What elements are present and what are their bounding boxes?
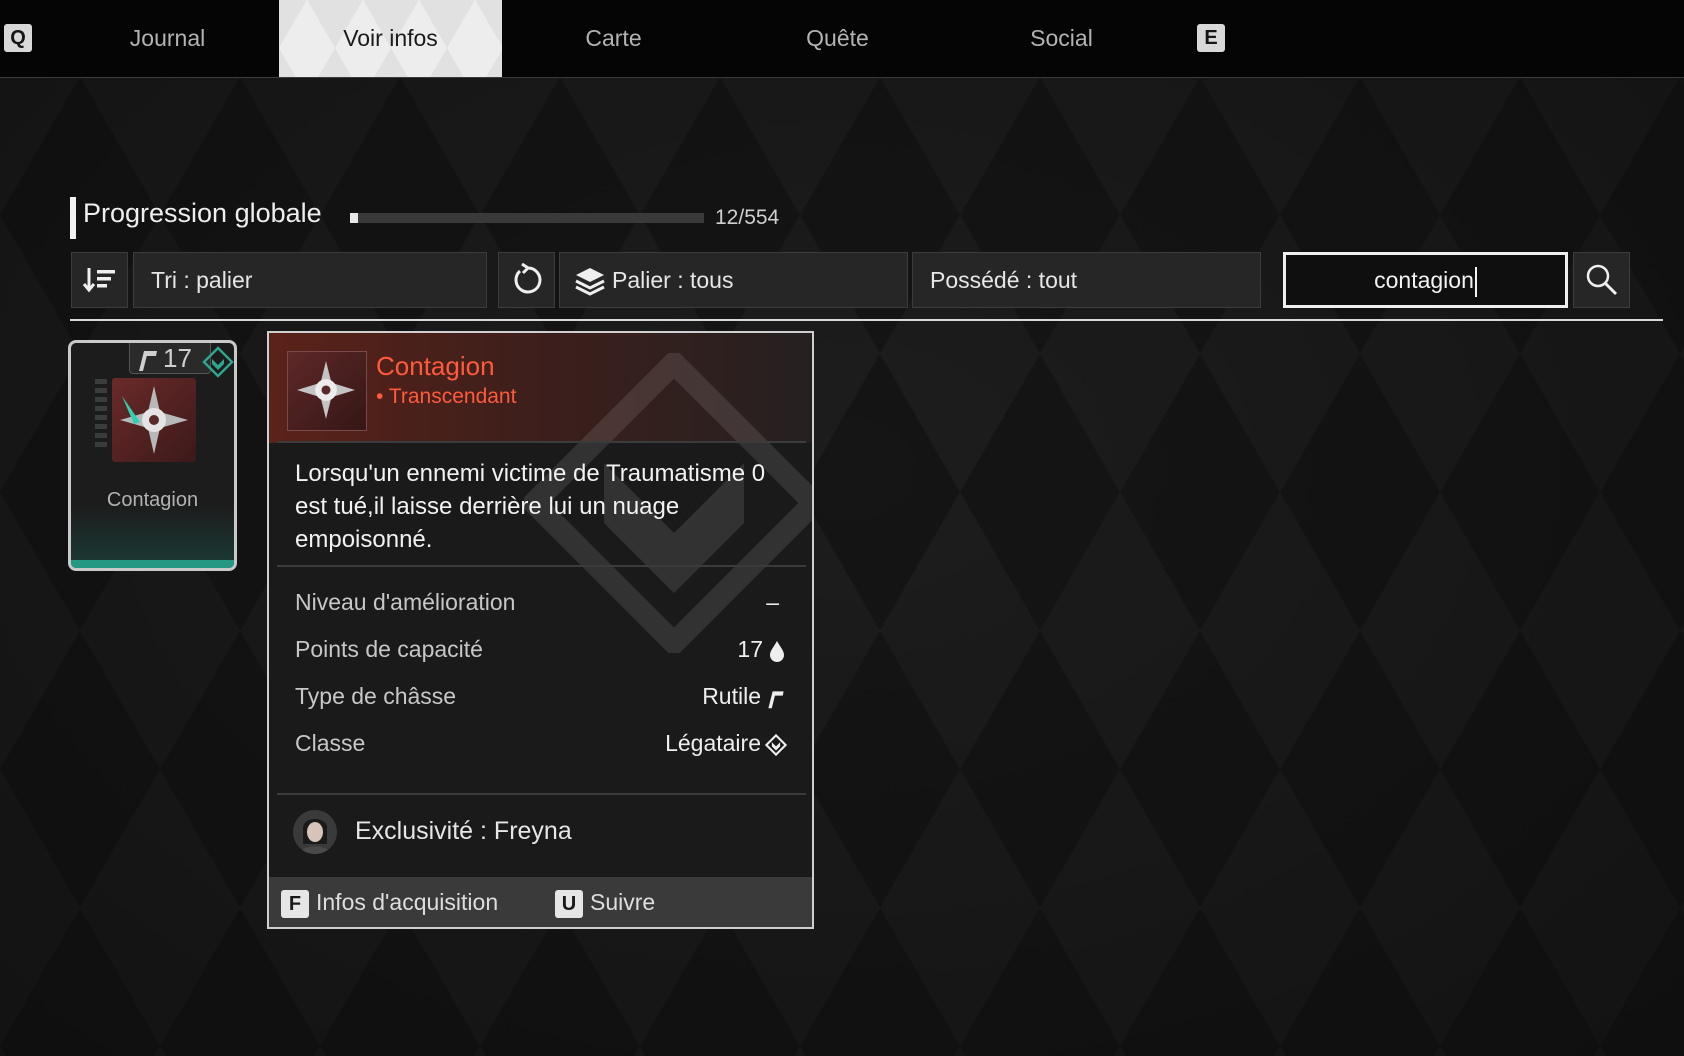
stat-label: Type de châsse: [295, 683, 457, 709]
search-button[interactable]: [1573, 252, 1630, 308]
stat-row-class: Classe Légataire: [295, 730, 787, 760]
stat-value: 17: [737, 636, 763, 662]
tier-filter-label: Palier : tous: [612, 267, 734, 293]
capacity-drop-icon: [770, 641, 784, 662]
sort-icon: [82, 268, 115, 293]
key-hint-q: Q: [4, 24, 32, 52]
stat-label: Points de capacité: [295, 636, 483, 662]
portrait-icon: [293, 810, 337, 854]
capacity-value: 17: [163, 343, 192, 373]
layers-icon: [575, 268, 605, 296]
slot-ticks: [95, 379, 107, 447]
tab-carte[interactable]: Carte: [502, 0, 725, 77]
contagion-module-icon: [120, 386, 188, 454]
progress-count: 12/554: [715, 206, 780, 229]
progress-bar: [350, 213, 704, 223]
tab-social[interactable]: Social: [950, 0, 1173, 77]
tooltip-divider: [277, 441, 806, 443]
acquisition-info-action[interactable]: Infos d'acquisition: [316, 889, 498, 916]
contagion-module-icon: [297, 361, 355, 419]
tooltip-description: Lorsqu'un ennemi victime de Traumatisme …: [295, 460, 766, 553]
stat-row-socket-type: Type de châsse Rutile: [295, 683, 787, 713]
sort-label: Tri : palier: [151, 267, 253, 293]
stat-value: –: [766, 589, 779, 615]
tooltip-module-icon-frame: [287, 351, 367, 431]
key-hint-u: U: [555, 890, 583, 918]
tooltip-divider: [277, 565, 806, 567]
sort-dropdown[interactable]: Tri : palier: [133, 252, 487, 308]
search-input[interactable]: contagion: [1283, 252, 1568, 308]
stat-label: Niveau d'amélioration: [295, 589, 516, 615]
progress-bar-fill: [350, 213, 358, 223]
reset-icon: [514, 263, 542, 294]
key-hint-e: E: [1197, 24, 1225, 52]
tab-voir-infos[interactable]: Voir infos: [279, 0, 502, 77]
freyna-avatar: [293, 810, 337, 854]
stat-label: Classe: [295, 730, 366, 756]
tab-quete[interactable]: Quête: [726, 0, 949, 77]
module-card-label: Contagion: [106, 489, 199, 511]
tooltip-divider: [277, 793, 806, 795]
search-icon: [1586, 264, 1618, 296]
tooltip-module-tier: • Transcendant: [376, 385, 517, 408]
legataire-class-icon: [765, 734, 787, 756]
progress-marker: [70, 197, 76, 239]
track-action[interactable]: Suivre: [590, 889, 655, 916]
legataire-class-icon: [202, 346, 234, 378]
sort-order-button[interactable]: [71, 252, 128, 308]
rutile-socket-icon: [768, 691, 784, 709]
stat-value: Rutile: [702, 683, 761, 709]
tooltip-module-name: Contagion: [376, 351, 495, 381]
module-card-contagion[interactable]: 17 Contagion: [68, 340, 237, 571]
tab-journal[interactable]: Journal: [56, 0, 279, 77]
owned-filter-label: Possédé : tout: [930, 267, 1078, 293]
tier-filter-dropdown[interactable]: Palier : tous: [559, 252, 908, 308]
top-nav: Q Journal Voir infos Carte Quête Social …: [0, 0, 1684, 78]
module-card-glow: [71, 560, 234, 568]
stat-row-upgrade-level: Niveau d'amélioration –: [295, 589, 787, 619]
text-caret: [1474, 266, 1477, 297]
rutile-socket-icon: [139, 351, 157, 371]
exclusive-descendant: Exclusivité : Freyna: [355, 817, 572, 845]
key-hint-f: F: [281, 890, 309, 918]
search-input-value: contagion: [1374, 267, 1474, 293]
stat-value: Légataire: [665, 730, 761, 756]
module-tooltip: Contagion • Transcendant Lorsqu'un ennem…: [267, 331, 814, 929]
progress-title: Progression globale: [83, 198, 322, 228]
tooltip-footer: F Infos d'acquisition U Suivre: [269, 877, 812, 927]
owned-filter-dropdown[interactable]: Possédé : tout: [912, 252, 1261, 308]
stat-row-capacity: Points de capacité 17: [295, 636, 787, 666]
filter-divider: [70, 319, 1663, 321]
reset-filters-button[interactable]: [498, 252, 555, 308]
